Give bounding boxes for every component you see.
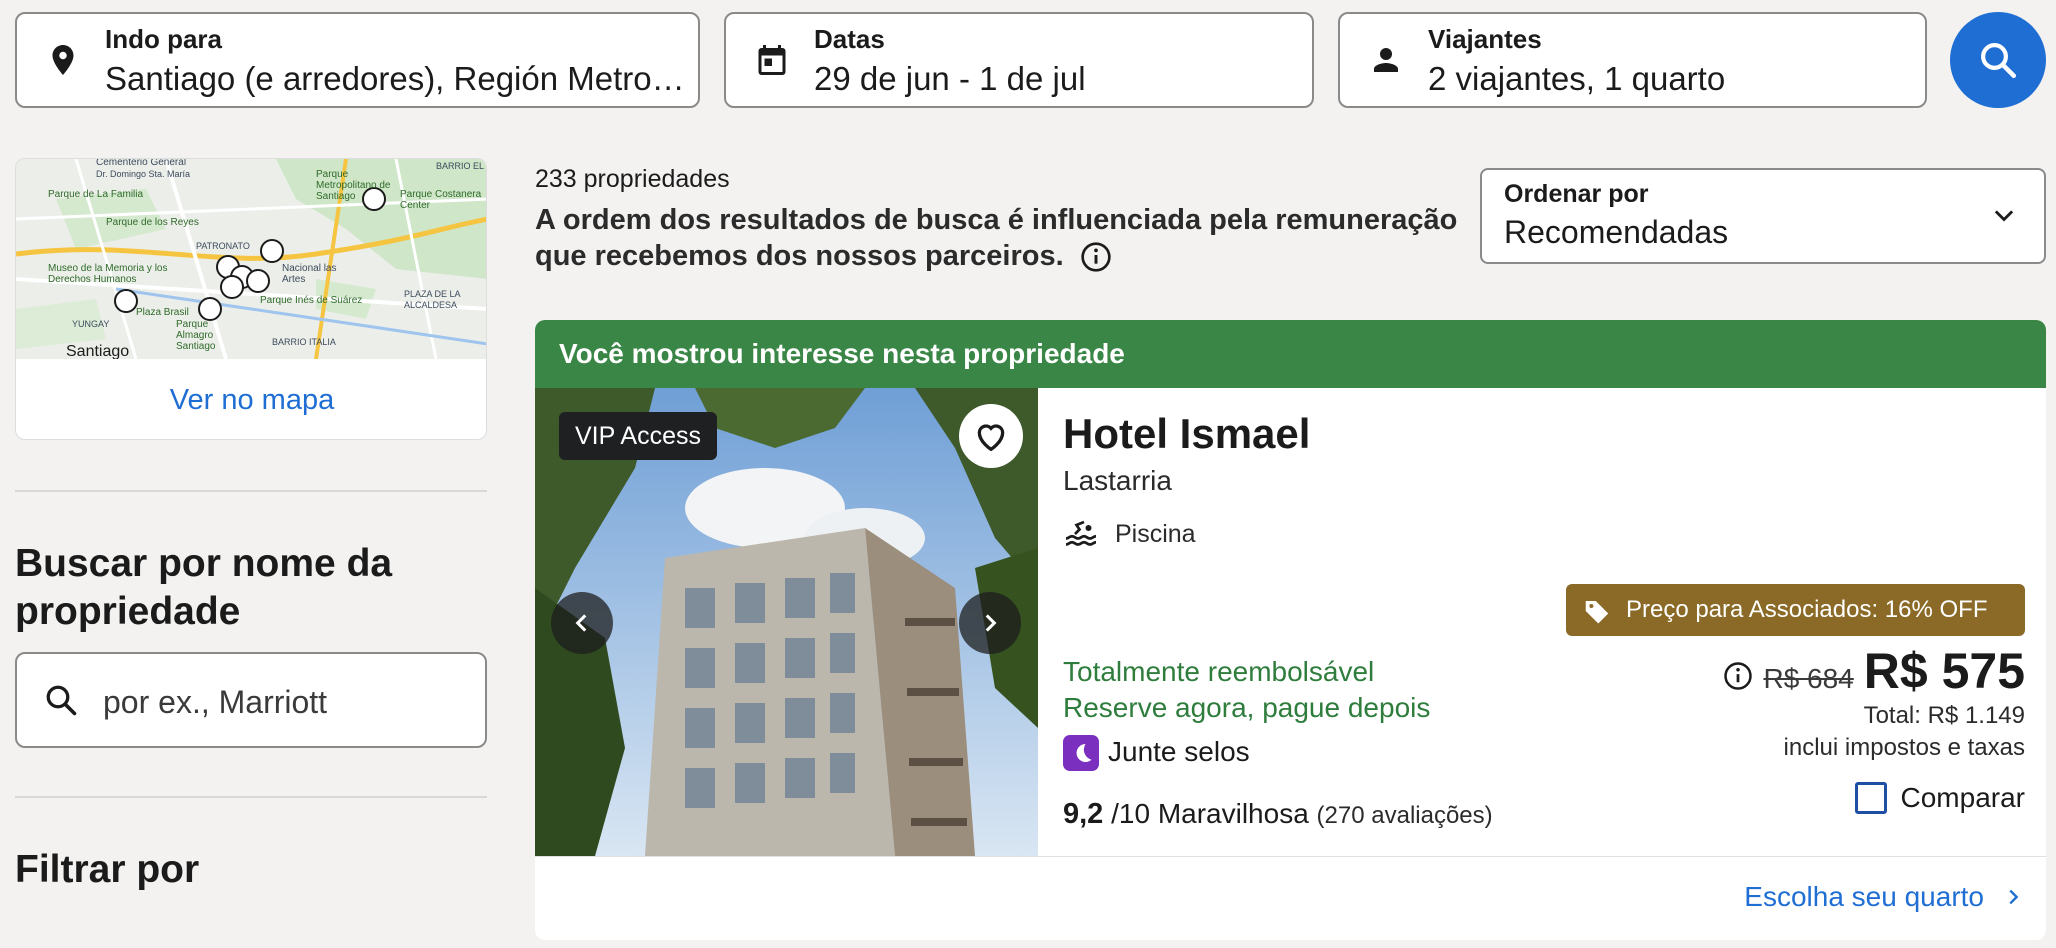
next-photo-button[interactable] <box>959 592 1021 654</box>
name-search-title: Buscar por nome da propriedade <box>15 542 393 633</box>
card-footer: Escolha seu quarto <box>535 856 2046 940</box>
travelers-label: Viajantes <box>1428 24 1542 54</box>
location-pin-icon <box>52 45 74 75</box>
hotel-name[interactable]: Hotel Ismael <box>1063 410 1310 458</box>
search-button[interactable] <box>1950 12 2046 108</box>
hotel-neighborhood: Lastarria <box>1063 465 1172 496</box>
sort-value: Recomendadas <box>1504 214 1729 250</box>
info-icon[interactable] <box>1080 241 1112 273</box>
map-graphic <box>16 159 486 359</box>
chevron-left-icon <box>575 614 587 632</box>
tag-icon <box>1585 601 1609 624</box>
sort-dropdown[interactable]: Ordenar por Recomendadas <box>1480 168 2046 264</box>
dates-label: Datas <box>814 24 885 54</box>
chevron-right-icon <box>985 614 997 632</box>
compare-checkbox[interactable] <box>1854 782 1887 814</box>
review-count: (270 avaliações) <box>1316 802 1493 829</box>
destination-label: Indo para <box>105 24 223 54</box>
pay-later: Reserve agora, pague depois <box>1063 692 1431 723</box>
refund-policy: Totalmente reembolsável <box>1063 656 1375 687</box>
search-icon <box>1981 43 2017 79</box>
choose-room-label: Escolha seu quarto <box>1744 881 1984 912</box>
interest-banner: Você mostrou interesse nesta propriedade <box>535 320 2046 388</box>
choose-room-link[interactable]: Escolha seu quarto <box>1744 881 2024 913</box>
dates-value: 29 de jun - 1 de jul <box>814 60 1086 97</box>
results-count: 233 propriedades <box>535 165 730 193</box>
ranking-disclaimer: A ordem dos resultados de busca é influe… <box>535 202 1475 274</box>
sidebar-divider <box>15 796 487 798</box>
rating: 9,2 /10 Maravilhosa (270 avaliações) <box>1063 798 1493 831</box>
destination-field[interactable]: Indo para Santiago (e arredores), Región… <box>15 12 700 108</box>
hotel-photo[interactable]: VIP Access <box>535 388 1038 856</box>
member-price-text: Preço para Associados: 16% OFF <box>1626 596 1988 623</box>
info-icon[interactable] <box>1723 661 1753 691</box>
vip-access-badge: VIP Access <box>559 412 717 460</box>
amenity-pool: Piscina <box>1115 520 1196 548</box>
rating-score: 9,2 <box>1063 798 1104 830</box>
moon-stamp-icon <box>1063 735 1099 771</box>
map-card[interactable]: Cementerio General Dr. Domingo Sta. Marí… <box>15 158 487 440</box>
heart-icon <box>977 424 1005 452</box>
hotel-card[interactable]: Você mostrou interesse nesta propriedade <box>535 320 2046 940</box>
property-name-input[interactable] <box>103 680 473 724</box>
person-icon <box>1374 48 1398 72</box>
chevron-down-icon <box>1994 210 2014 222</box>
calendar-icon <box>758 45 786 75</box>
rating-scale: /10 Maravilhosa <box>1111 798 1309 829</box>
filter-title: Filtrar por <box>15 848 200 891</box>
total-price: Total: R$ 1.149 <box>1863 702 2025 729</box>
destination-value: Santiago (e arredores), Región Metro… <box>105 60 685 97</box>
original-price: R$ 684 <box>1763 663 1854 694</box>
travelers-field[interactable]: Viajantes 2 viajantes, 1 quarto <box>1338 12 1927 108</box>
compare-toggle[interactable]: Comparar <box>1854 782 2025 814</box>
search-icon <box>46 685 77 716</box>
travelers-value: 2 viajantes, 1 quarto <box>1428 60 1726 97</box>
map-thumbnail[interactable]: Cementerio General Dr. Domingo Sta. Marí… <box>16 159 486 359</box>
previous-photo-button[interactable] <box>551 592 613 654</box>
taxes-note: inclui impostos e taxas <box>1783 734 2025 761</box>
sidebar-divider <box>15 490 487 492</box>
dates-field[interactable]: Datas 29 de jun - 1 de jul <box>724 12 1314 108</box>
chevron-right-icon <box>2009 889 2019 905</box>
property-name-field[interactable] <box>15 652 487 748</box>
view-on-map-link[interactable]: Ver no mapa <box>16 359 486 439</box>
price-row: R$ 684 R$ 575 <box>1723 642 2025 700</box>
disclaimer-text: A ordem dos resultados de busca é influe… <box>535 204 1458 272</box>
compare-label: Comparar <box>1900 782 2025 813</box>
pool-icon <box>1065 520 1097 546</box>
member-price-badge: Preço para Associados: 16% OFF <box>1566 584 2025 636</box>
current-price: R$ 575 <box>1863 643 2025 699</box>
favorite-button[interactable] <box>959 404 1023 468</box>
sort-label: Ordenar por <box>1504 180 1649 208</box>
stamps-text: Junte selos <box>1108 736 1250 767</box>
